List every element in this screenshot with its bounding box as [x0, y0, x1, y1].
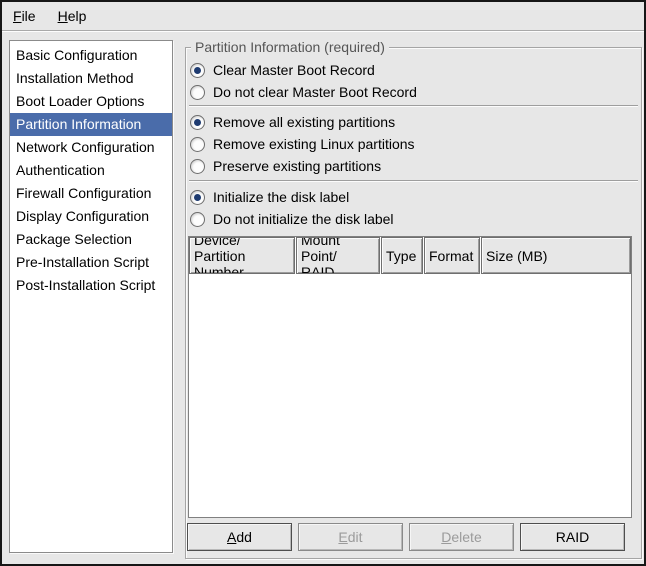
- partition-table[interactable]: Device/ Partition NumberMount Point/ RAI…: [188, 236, 632, 518]
- radio-selected-icon[interactable]: [190, 190, 205, 205]
- sidebar-item-basic-configuration[interactable]: Basic Configuration: [10, 44, 172, 67]
- add-button[interactable]: Add: [187, 523, 292, 551]
- sidebar-item-package-selection[interactable]: Package Selection: [10, 228, 172, 251]
- radio-option-remove-all-existing-partitions[interactable]: Remove all existing partitions: [190, 111, 395, 133]
- radio-selected-icon[interactable]: [190, 115, 205, 130]
- delete-button: Delete: [409, 523, 514, 551]
- raid-button[interactable]: RAID: [520, 523, 625, 551]
- menu-file[interactable]: File: [2, 3, 47, 29]
- radio-unselected-icon[interactable]: [190, 212, 205, 227]
- sidebar-item-boot-loader-options[interactable]: Boot Loader Options: [10, 90, 172, 113]
- menu-help[interactable]: Help: [47, 3, 98, 29]
- column-header-size-mb[interactable]: Size (MB): [481, 237, 631, 274]
- separator: [189, 105, 638, 107]
- radio-unselected-icon[interactable]: [190, 85, 205, 100]
- radio-label: Do not initialize the disk label: [213, 211, 394, 227]
- radio-unselected-icon[interactable]: [190, 159, 205, 174]
- radio-option-do-not-initialize-the-disk-label[interactable]: Do not initialize the disk label: [190, 208, 394, 230]
- column-header-type[interactable]: Type: [381, 237, 423, 274]
- edit-button: Edit: [298, 523, 403, 551]
- partition-information-frame: Partition Information (required) Clear M…: [185, 47, 642, 559]
- sidebar-item-network-configuration[interactable]: Network Configuration: [10, 136, 172, 159]
- kickstart-configurator-window: FileHelp Basic ConfigurationInstallation…: [0, 0, 646, 566]
- action-button-row: AddEditDeleteRAID: [187, 523, 625, 551]
- radio-option-remove-existing-linux-partitions[interactable]: Remove existing Linux partitions: [190, 133, 415, 155]
- radio-label: Preserve existing partitions: [213, 158, 381, 174]
- radio-selected-icon[interactable]: [190, 63, 205, 78]
- sidebar-item-display-configuration[interactable]: Display Configuration: [10, 205, 172, 228]
- sidebar-item-authentication[interactable]: Authentication: [10, 159, 172, 182]
- radio-label: Remove existing Linux partitions: [213, 136, 415, 152]
- radio-option-preserve-existing-partitions[interactable]: Preserve existing partitions: [190, 155, 381, 177]
- radio-label: Do not clear Master Boot Record: [213, 84, 417, 100]
- radio-label: Initialize the disk label: [213, 189, 349, 205]
- menubar: FileHelp: [2, 2, 644, 31]
- column-header-format[interactable]: Format: [424, 237, 480, 274]
- radio-label: Clear Master Boot Record: [213, 62, 375, 78]
- radio-option-clear-master-boot-record[interactable]: Clear Master Boot Record: [190, 59, 375, 81]
- partition-table-header: Device/ Partition NumberMount Point/ RAI…: [189, 237, 631, 274]
- sidebar-item-partition-information[interactable]: Partition Information: [10, 113, 172, 136]
- partition-table-body[interactable]: [189, 274, 631, 517]
- column-header-mount-point[interactable]: Mount Point/ RAID: [296, 237, 380, 274]
- sidebar-item-installation-method[interactable]: Installation Method: [10, 67, 172, 90]
- sidebar-item-firewall-configuration[interactable]: Firewall Configuration: [10, 182, 172, 205]
- sidebar-nav-list[interactable]: Basic ConfigurationInstallation MethodBo…: [9, 40, 173, 553]
- radio-option-do-not-clear-master-boot-record[interactable]: Do not clear Master Boot Record: [190, 81, 417, 103]
- separator: [189, 180, 638, 182]
- radio-unselected-icon[interactable]: [190, 137, 205, 152]
- radio-label: Remove all existing partitions: [213, 114, 395, 130]
- sidebar-item-post-installation-script[interactable]: Post-Installation Script: [10, 274, 172, 297]
- sidebar-item-pre-installation-script[interactable]: Pre-Installation Script: [10, 251, 172, 274]
- frame-title: Partition Information (required): [191, 39, 389, 55]
- column-header-device[interactable]: Device/ Partition Number: [189, 237, 295, 274]
- radio-option-initialize-the-disk-label[interactable]: Initialize the disk label: [190, 186, 349, 208]
